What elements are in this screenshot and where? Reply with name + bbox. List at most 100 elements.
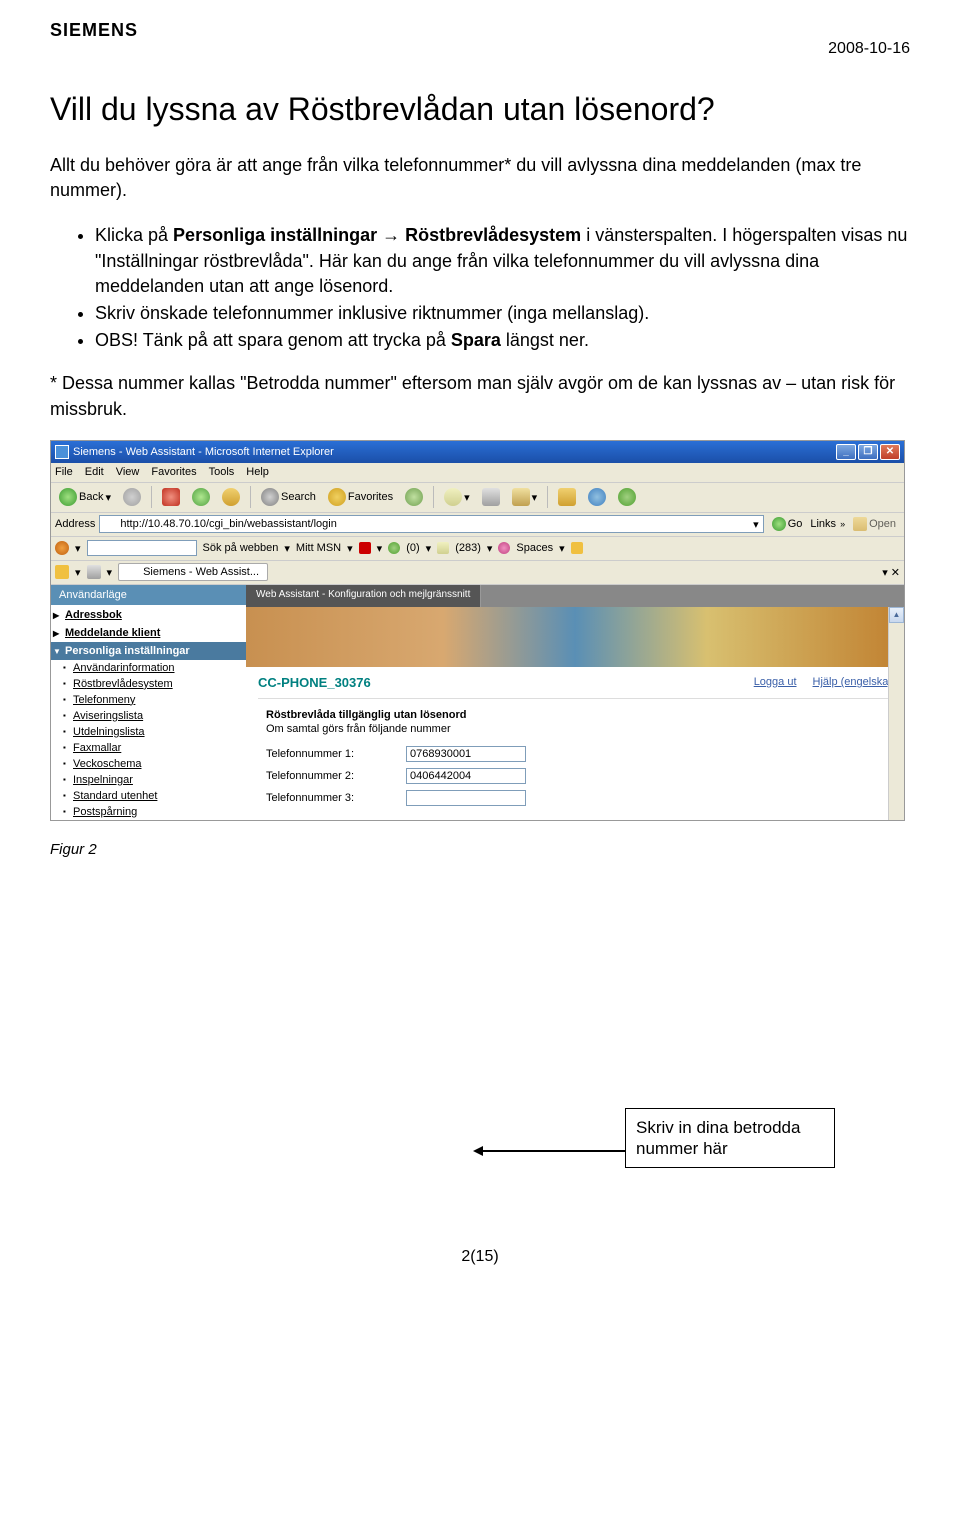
top-tabs: Web Assistant - Konfiguration och mejlgr… — [246, 585, 904, 607]
sidebar-sub-inspelningar[interactable]: Inspelningar — [51, 772, 246, 788]
sidebar-sub-veckoschema[interactable]: Veckoschema — [51, 756, 246, 772]
history-button[interactable] — [401, 486, 427, 508]
menu-edit[interactable]: Edit — [85, 466, 104, 478]
menu-favorites[interactable]: Favorites — [151, 466, 196, 478]
maximize-button[interactable]: ❐ — [858, 444, 878, 460]
list-item: Skriv önskade telefonnummer inklusive ri… — [95, 301, 910, 326]
back-button[interactable]: Back ▾ — [55, 486, 115, 508]
app-content: Användarläge Adressbok Meddelande klient… — [51, 585, 904, 820]
text: Klicka på — [95, 225, 173, 245]
search-button[interactable]: Search — [257, 486, 320, 508]
msn-mitt[interactable]: Mitt MSN — [296, 542, 341, 554]
text: OBS! Tänk på att spara genom att trycka … — [95, 330, 451, 350]
logout-link[interactable]: Logga ut — [754, 676, 797, 688]
menu-tools[interactable]: Tools — [209, 466, 235, 478]
scrollbar[interactable]: ▲ — [888, 607, 904, 820]
favorites-button[interactable]: Favorites — [324, 486, 397, 508]
sidebar-sub-faxmallar[interactable]: Faxmallar — [51, 740, 246, 756]
spaces-icon — [498, 542, 510, 554]
tab-icon[interactable] — [87, 565, 101, 579]
page-icon — [127, 566, 139, 578]
url-text: http://10.48.70.10/cgi_bin/webassistant/… — [120, 518, 336, 530]
ie-icon — [55, 445, 69, 459]
menu-view[interactable]: View — [116, 466, 140, 478]
footnote-paragraph: * Dessa nummer kallas "Betrodda nummer" … — [50, 371, 910, 421]
sidebar-sub-rostbrevlada[interactable]: Röstbrevlådesystem — [51, 676, 246, 692]
instruction-list: Klicka på Personliga inställningar → Rös… — [95, 223, 910, 353]
text: längst ner. — [501, 330, 589, 350]
sidebar-item-personliga[interactable]: Personliga inställningar — [51, 642, 246, 660]
text: Röstbrevlådesystem — [405, 225, 581, 245]
stop-button[interactable] — [158, 486, 184, 508]
siemens-logo: SIEMENS — [50, 20, 910, 41]
messenger-button[interactable] — [614, 486, 640, 508]
sidebar-sub-aviseringslista[interactable]: Aviseringslista — [51, 708, 246, 724]
browser-tab[interactable]: Siemens - Web Assist... — [118, 563, 268, 581]
window-title: Siemens - Web Assistant - Microsoft Inte… — [73, 446, 334, 458]
msn-button[interactable] — [584, 486, 610, 508]
close-button[interactable]: ✕ — [880, 444, 900, 460]
msn-search-label[interactable]: Sök på webben — [203, 542, 279, 554]
sidebar-sub-utdelningslista[interactable]: Utdelningslista — [51, 724, 246, 740]
page-heading: Vill du lyssna av Röstbrevlådan utan lös… — [50, 91, 910, 128]
sidebar-sub-postsparning[interactable]: Postspårning — [51, 804, 246, 820]
address-bar: Address http://10.48.70.10/cgi_bin/webas… — [51, 513, 904, 537]
links-label[interactable]: Links — [810, 518, 836, 530]
phone-input-2[interactable] — [406, 768, 526, 784]
forward-button[interactable] — [119, 486, 145, 508]
phone-row-1: Telefonnummer 1: — [246, 743, 904, 765]
msn-zero[interactable]: (0) — [406, 542, 419, 554]
phone-row-3: Telefonnummer 3: — [246, 787, 904, 809]
sidebar-item-meddelande[interactable]: Meddelande klient — [51, 624, 246, 642]
msn-toolbar: ▾ Sök på webben ▾ Mitt MSN ▾ ▾ (0) ▾ (28… — [51, 537, 904, 561]
msn-283[interactable]: (283) — [455, 542, 481, 554]
list-item: Klicka på Personliga inställningar → Rös… — [95, 223, 910, 299]
figure-caption: Figur 2 — [50, 841, 910, 858]
sidebar-item-adressbok[interactable]: Adressbok — [51, 606, 246, 624]
section-subtitle: Om samtal görs från följande nummer — [246, 723, 904, 743]
menu-bar: File Edit View Favorites Tools Help — [51, 463, 904, 483]
sidebar-sub-standard[interactable]: Standard utenhet — [51, 788, 246, 804]
scroll-up-button[interactable]: ▲ — [889, 607, 904, 623]
sidebar: Användarläge Adressbok Meddelande klient… — [51, 585, 246, 820]
top-tab-webassistant[interactable]: Web Assistant - Konfiguration och mejlgr… — [246, 585, 481, 607]
star-icon[interactable] — [55, 565, 69, 579]
edit-button[interactable]: ▾ — [508, 486, 542, 508]
refresh-button[interactable] — [188, 486, 214, 508]
callout-box: Skriv in dina betrodda nummer här — [625, 1108, 835, 1169]
text: Personliga inställningar — [173, 225, 377, 245]
msn-icon — [55, 541, 69, 555]
list-item: OBS! Tänk på att spara genom att trycka … — [95, 328, 910, 353]
menu-file[interactable]: File — [55, 466, 73, 478]
phone-input-3[interactable] — [406, 790, 526, 806]
home-button[interactable] — [218, 486, 244, 508]
folder-button[interactable] — [554, 486, 580, 508]
print-button[interactable] — [478, 486, 504, 508]
minimize-button[interactable]: _ — [836, 444, 856, 460]
mode-tab[interactable]: Användarläge — [51, 585, 246, 606]
open-button[interactable]: Open — [849, 515, 900, 533]
document-date: 2008-10-16 — [828, 40, 910, 58]
menu-help[interactable]: Help — [246, 466, 269, 478]
address-input[interactable]: http://10.48.70.10/cgi_bin/webassistant/… — [99, 515, 763, 533]
msn-spaces[interactable]: Spaces — [516, 542, 553, 554]
main-panel: Web Assistant - Konfiguration och mejlgr… — [246, 585, 904, 820]
sidebar-sub-telefonmeny[interactable]: Telefonmeny — [51, 692, 246, 708]
msn-search-input[interactable] — [87, 540, 197, 556]
help-link[interactable]: Hjälp (engelska) — [813, 676, 892, 688]
tab-label: Siemens - Web Assist... — [143, 566, 259, 578]
phone-label-2: Telefonnummer 2: — [266, 770, 406, 782]
mail-button[interactable]: ▾ — [440, 486, 474, 508]
toolbar: Back ▾ Search Favorites ▾ ▾ — [51, 483, 904, 513]
phone-row-2: Telefonnummer 2: — [246, 765, 904, 787]
banner-image — [246, 607, 904, 667]
go-button[interactable]: Go — [768, 515, 807, 533]
phone-label-3: Telefonnummer 3: — [266, 792, 406, 804]
extra-icon — [571, 542, 583, 554]
mail-icon — [437, 542, 449, 554]
phone-input-1[interactable] — [406, 746, 526, 762]
sidebar-sub-anvandarinfo[interactable]: Användarinformation — [51, 660, 246, 676]
blocked-icon — [359, 542, 371, 554]
intro-paragraph: Allt du behöver göra är att ange från vi… — [50, 153, 910, 203]
text: Spara — [451, 330, 501, 350]
